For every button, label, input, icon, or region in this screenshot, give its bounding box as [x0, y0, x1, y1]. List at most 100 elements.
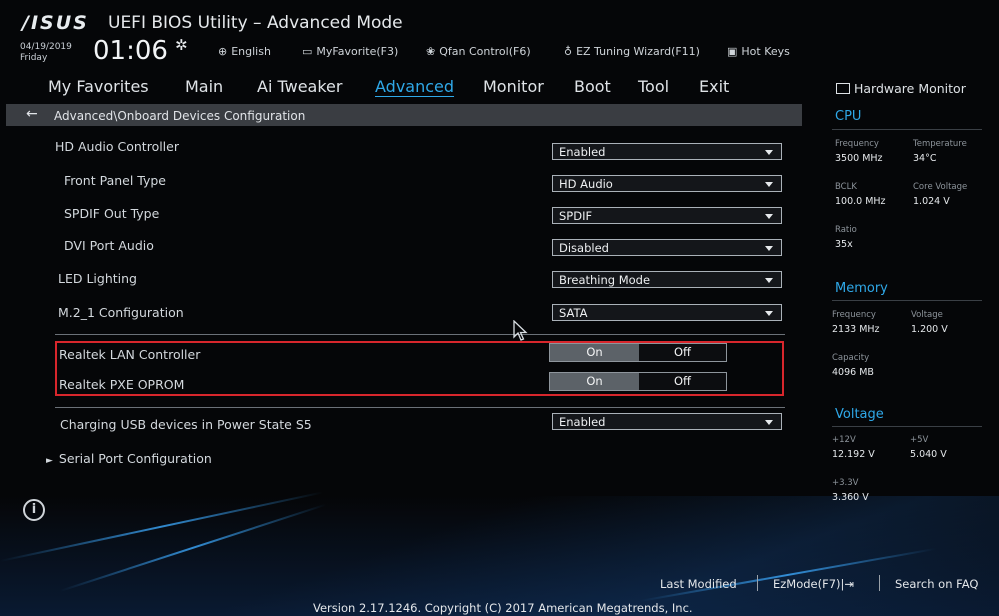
voltage-heading: Voltage: [835, 407, 884, 422]
tab-main[interactable]: Main: [185, 77, 223, 96]
tab-monitor[interactable]: Monitor: [483, 77, 544, 96]
capacity-label: Capacity: [832, 353, 870, 363]
dropdown-value: Enabled: [559, 415, 606, 429]
serial-port-configuration-link[interactable]: ► Serial Port Configuration: [46, 451, 212, 466]
realtek-pxe-oprom-toggle[interactable]: On Off: [549, 372, 727, 391]
hardware-monitor-label: Hardware Monitor: [854, 81, 966, 96]
ezmode-button[interactable]: EzMode(F7)|⇥: [773, 577, 854, 591]
core-voltage-value: 1.024 V: [913, 196, 950, 207]
language-button[interactable]: ⊕ English: [218, 45, 271, 58]
divider: [832, 300, 982, 301]
question-box-icon: ▣: [727, 45, 738, 58]
caret-down-icon: [765, 214, 773, 219]
fan-icon: ❀: [426, 45, 436, 58]
footer-divider: [757, 575, 758, 591]
memory-voltage-label: Voltage: [911, 310, 943, 320]
cpu-frequency-value: 3500 MHz: [835, 153, 883, 164]
tab-ai-tweaker[interactable]: Ai Tweaker: [257, 77, 342, 96]
divider: [832, 426, 982, 427]
mouse-cursor-icon: [513, 320, 528, 341]
spdif-out-type-label[interactable]: SPDIF Out Type: [64, 206, 159, 221]
cpu-temperature-label: Temperature: [913, 139, 967, 149]
breadcrumb: Advanced\Onboard Devices Configuration: [54, 109, 306, 123]
cpu-heading: CPU: [835, 109, 862, 124]
caret-down-icon: [765, 420, 773, 425]
memory-frequency-value: 2133 MHz: [832, 324, 880, 335]
version-text: Version 2.17.1246. Copyright (C) 2017 Am…: [313, 601, 693, 615]
core-voltage-label: Core Voltage: [913, 182, 968, 192]
bulb-icon: ♁: [564, 45, 573, 58]
tab-exit[interactable]: Exit: [699, 77, 729, 96]
memory-frequency-label: Frequency: [832, 310, 876, 320]
front-panel-type-dropdown[interactable]: HD Audio: [552, 175, 782, 192]
hot-keys-label: Hot Keys: [741, 45, 790, 58]
charging-usb-s5-label[interactable]: Charging USB devices in Power State S5: [60, 417, 312, 432]
cpu-frequency-label: Frequency: [835, 139, 879, 149]
v12-label: +12V: [832, 435, 856, 445]
submenu-arrow-icon: ►: [46, 456, 53, 466]
memory-heading: Memory: [835, 281, 888, 296]
v12-value: 12.192 V: [832, 449, 875, 460]
star-folder-icon: ▭: [302, 45, 313, 58]
toggle-on-option[interactable]: On: [550, 373, 639, 390]
realtek-lan-controller-toggle[interactable]: On Off: [549, 343, 727, 362]
divider: [832, 129, 982, 130]
caret-down-icon: [765, 182, 773, 187]
date-text: 04/19/2019: [20, 42, 72, 52]
v33-label: +3.3V: [832, 478, 859, 488]
realtek-lan-controller-label[interactable]: Realtek LAN Controller: [59, 347, 200, 362]
dvi-port-audio-label[interactable]: DVI Port Audio: [64, 238, 154, 253]
serial-port-label: Serial Port Configuration: [58, 451, 212, 466]
background-glow: [0, 496, 999, 616]
dropdown-value: Enabled: [559, 145, 606, 159]
spdif-out-type-dropdown[interactable]: SPDIF: [552, 207, 782, 224]
language-label: English: [231, 45, 271, 58]
ratio-value: 35x: [835, 239, 853, 250]
caret-down-icon: [765, 278, 773, 283]
dropdown-value: HD Audio: [559, 177, 613, 191]
caret-down-icon: [765, 311, 773, 316]
charging-usb-s5-dropdown[interactable]: Enabled: [552, 413, 782, 430]
hot-keys-button[interactable]: ▣ Hot Keys: [727, 45, 790, 58]
info-icon[interactable]: i: [23, 499, 45, 521]
dvi-port-audio-dropdown[interactable]: Disabled: [552, 239, 782, 256]
divider: [55, 334, 785, 335]
ez-tuning-wizard-button[interactable]: ♁ EZ Tuning Wizard(F11): [564, 45, 700, 58]
myfavorite-button[interactable]: ▭ MyFavorite(F3): [302, 45, 398, 58]
search-faq-button[interactable]: Search on FAQ: [895, 577, 978, 591]
myfavorite-label: MyFavorite(F3): [316, 45, 399, 58]
footer-divider: [879, 575, 880, 591]
tab-tool[interactable]: Tool: [638, 77, 669, 96]
hardware-monitor-title: Hardware Monitor: [836, 81, 966, 96]
toggle-on-option[interactable]: On: [550, 344, 639, 361]
led-lighting-dropdown[interactable]: Breathing Mode: [552, 271, 782, 288]
divider: [55, 407, 785, 408]
gear-icon[interactable]: ✲: [175, 36, 188, 54]
qfan-control-button[interactable]: ❀ Qfan Control(F6): [426, 45, 531, 58]
m2-configuration-label[interactable]: M.2_1 Configuration: [58, 305, 184, 320]
dropdown-value: Breathing Mode: [559, 273, 651, 287]
asus-logo: /ISUS: [22, 12, 89, 34]
tab-advanced[interactable]: Advanced: [375, 77, 454, 96]
monitor-icon: [836, 83, 850, 94]
back-arrow-icon[interactable]: ←: [26, 106, 38, 122]
last-modified-button[interactable]: Last Modified: [660, 577, 737, 591]
led-lighting-label[interactable]: LED Lighting: [58, 271, 137, 286]
toggle-off-option[interactable]: Off: [639, 373, 726, 390]
memory-voltage-value: 1.200 V: [911, 324, 948, 335]
hd-audio-controller-label[interactable]: HD Audio Controller: [55, 139, 179, 154]
tab-boot[interactable]: Boot: [574, 77, 611, 96]
v5-label: +5V: [910, 435, 929, 445]
front-panel-type-label[interactable]: Front Panel Type: [64, 173, 166, 188]
realtek-pxe-oprom-label[interactable]: Realtek PXE OPROM: [59, 377, 184, 392]
v5-value: 5.040 V: [910, 449, 947, 460]
hd-audio-controller-dropdown[interactable]: Enabled: [552, 143, 782, 160]
toggle-off-option[interactable]: Off: [639, 344, 726, 361]
dropdown-value: SPDIF: [559, 209, 593, 223]
app-title: UEFI BIOS Utility – Advanced Mode: [108, 13, 403, 33]
clock: 01:06: [93, 36, 168, 66]
tab-my-favorites[interactable]: My Favorites: [48, 77, 149, 96]
caret-down-icon: [765, 246, 773, 251]
m2-configuration-dropdown[interactable]: SATA: [552, 304, 782, 321]
bclk-value: 100.0 MHz: [835, 196, 886, 207]
